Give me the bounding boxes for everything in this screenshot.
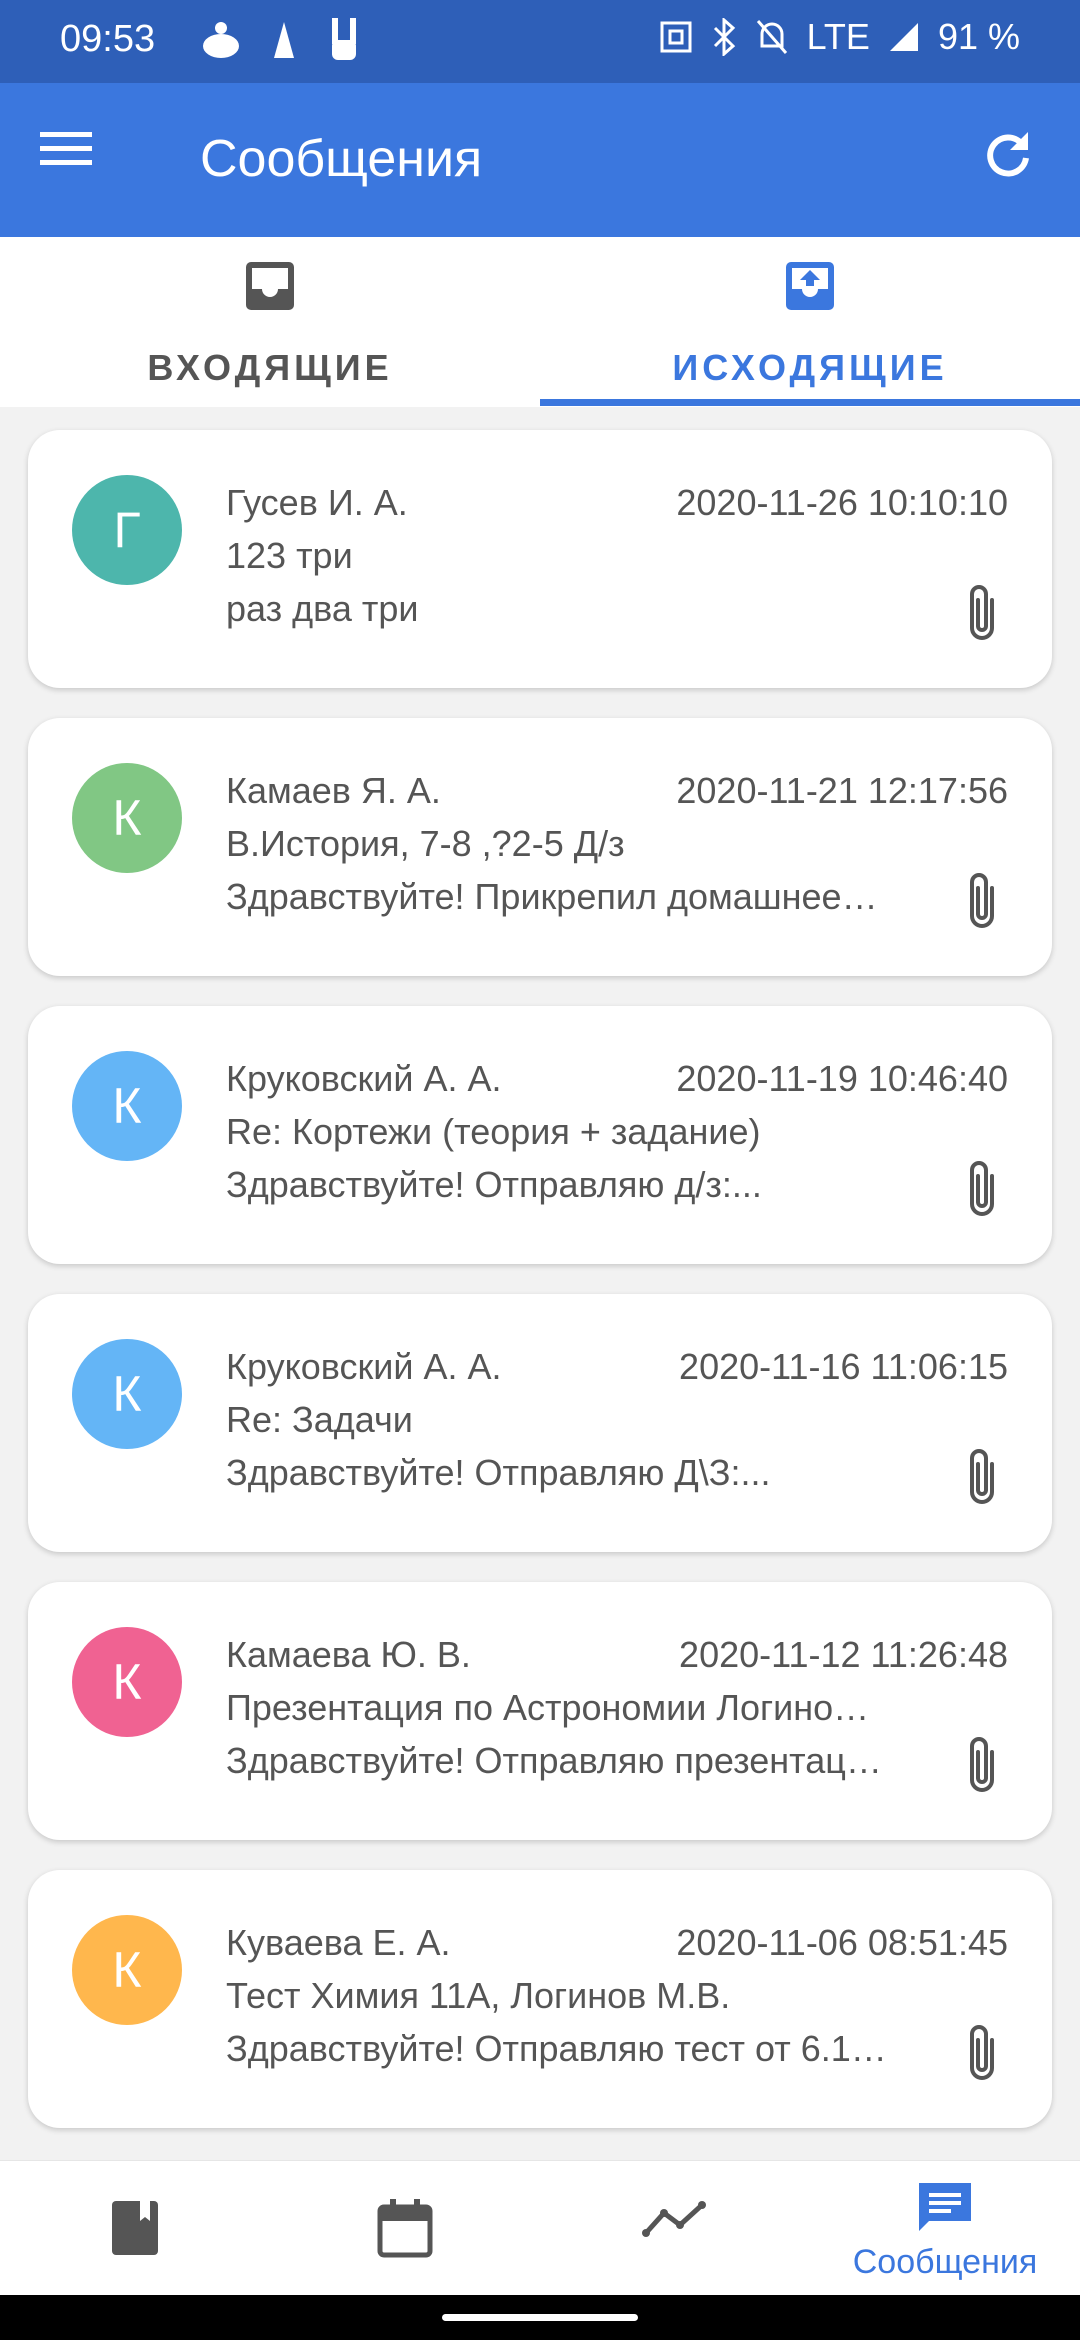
network-type: LTE	[806, 16, 870, 57]
message-card[interactable]: К Камаев Я. А. 2020-11-21 12:17:56 В.Ист…	[28, 718, 1052, 976]
tabs: ВХОДЯЩИЕ ИСХОДЯЩИЕ	[0, 237, 1080, 407]
message-subject: Re: Кортежи (теория + задание)	[226, 1111, 761, 1152]
message-preview: Здравствуйте! Отправляю презентац…	[226, 1740, 882, 1781]
message-card[interactable]: Г Гусев И. А. 2020-11-26 10:10:10 123 тр…	[28, 430, 1052, 688]
bottom-navigation: Сообщения	[0, 2160, 1080, 2296]
message-preview: Здравствуйте! Отправляю Д\З:...	[226, 1452, 771, 1493]
refresh-icon	[987, 132, 1029, 177]
message-card[interactable]: К Круковский А. А. 2020-11-19 10:46:40 R…	[28, 1006, 1052, 1264]
tab-outbox-label: ИСХОДЯЩИЕ	[672, 347, 948, 388]
message-card[interactable]: К Куваева Е. А. 2020-11-06 08:51:45 Тест…	[28, 1870, 1052, 2128]
message-subject: 123 три	[226, 535, 353, 576]
message-preview: Здравствуйте! Отправляю тест от 6.1…	[226, 2028, 887, 2069]
nav-messages[interactable]: Сообщения	[810, 2161, 1080, 2296]
attachment-icon	[970, 1737, 994, 1792]
message-date: 2020-11-21 12:17:56	[676, 770, 1008, 811]
message-sender: Камаева Ю. В.	[226, 1634, 471, 1675]
refresh-button[interactable]	[982, 128, 1052, 198]
message-subject: Презентация по Астрономии Логино…	[226, 1687, 870, 1728]
app-bar: Сообщения	[0, 83, 1080, 237]
bluetooth-icon	[713, 18, 735, 56]
attachment-icon	[970, 585, 994, 640]
app-notification-icon	[203, 22, 239, 58]
calendar-icon	[377, 2199, 433, 2258]
avatar: К	[72, 1627, 182, 1737]
tab-outbox[interactable]: ИСХОДЯЩИЕ	[540, 237, 1080, 407]
app-notification-icon	[274, 22, 294, 58]
attachment-icon	[970, 2025, 994, 2080]
message-sender: Круковский А. А.	[226, 1058, 502, 1099]
battery-level: 91 %	[937, 16, 1020, 57]
active-tab-indicator	[540, 399, 1080, 406]
home-gesture-handle[interactable]	[442, 2314, 638, 2321]
nfc-icon	[660, 21, 692, 53]
nav-diary[interactable]	[0, 2161, 270, 2296]
message-sender: Гусев И. А.	[226, 482, 408, 523]
message-date: 2020-11-12 11:26:48	[679, 1634, 1008, 1675]
chat-icon	[919, 2183, 971, 2231]
message-sender: Камаев Я. А.	[226, 770, 441, 811]
menu-button[interactable]	[38, 128, 118, 192]
message-list: Г Гусев И. А. 2020-11-26 10:10:10 123 тр…	[28, 430, 1052, 2158]
message-date: 2020-11-06 08:51:45	[676, 1922, 1008, 1963]
outbox-icon	[786, 262, 834, 310]
inbox-icon	[246, 262, 294, 310]
message-subject: В.История, 7-8 ,?2-5 Д/з	[226, 823, 625, 864]
mute-icon	[756, 20, 787, 54]
message-card[interactable]: К Круковский А. А. 2020-11-16 11:06:15 R…	[28, 1294, 1052, 1552]
avatar: К	[72, 763, 182, 873]
nav-messages-label: Сообщения	[852, 2243, 1038, 2281]
tab-inbox[interactable]: ВХОДЯЩИЕ	[0, 237, 540, 407]
attachment-icon	[970, 873, 994, 928]
trend-icon	[642, 2201, 706, 2237]
avatar: К	[72, 1339, 182, 1449]
notification-icons	[200, 14, 362, 64]
nav-schedule[interactable]	[270, 2161, 540, 2296]
attachment-icon	[970, 1449, 994, 1504]
tab-inbox-label: ВХОДЯЩИЕ	[147, 347, 393, 388]
message-subject: Re: Задачи	[226, 1399, 413, 1440]
attachment-icon	[970, 1161, 994, 1216]
message-preview: Здравствуйте! Отправляю д/з:...	[226, 1164, 762, 1205]
message-date: 2020-11-26 10:10:10	[676, 482, 1008, 523]
rock-hand-icon	[332, 18, 356, 60]
nav-grades[interactable]	[540, 2161, 810, 2296]
avatar: К	[72, 1915, 182, 2025]
message-date: 2020-11-19 10:46:40	[676, 1058, 1008, 1099]
message-sender: Круковский А. А.	[226, 1346, 502, 1387]
message-card[interactable]: К Камаева Ю. В. 2020-11-12 11:26:48 През…	[28, 1582, 1052, 1840]
page-title: Сообщения	[200, 130, 483, 188]
message-subject: Тест Химия 11А, Логинов М.В.	[226, 1975, 731, 2016]
signal-icon	[889, 23, 918, 51]
status-time: 09:53	[60, 18, 156, 60]
status-indicators: LTE 91 %	[659, 16, 1020, 58]
avatar: Г	[72, 475, 182, 585]
message-date: 2020-11-16 11:06:15	[679, 1346, 1008, 1387]
message-preview: раз два три	[226, 588, 419, 629]
status-bar: 09:53 LTE 91 %	[0, 0, 1080, 83]
message-sender: Куваева Е. А.	[226, 1922, 451, 1963]
system-navigation-bar	[0, 2295, 1080, 2340]
book-icon	[112, 2201, 158, 2255]
message-preview: Здравствуйте! Прикрепил домашнее…	[226, 876, 878, 917]
avatar: К	[72, 1051, 182, 1161]
hamburger-menu-icon	[40, 132, 92, 165]
